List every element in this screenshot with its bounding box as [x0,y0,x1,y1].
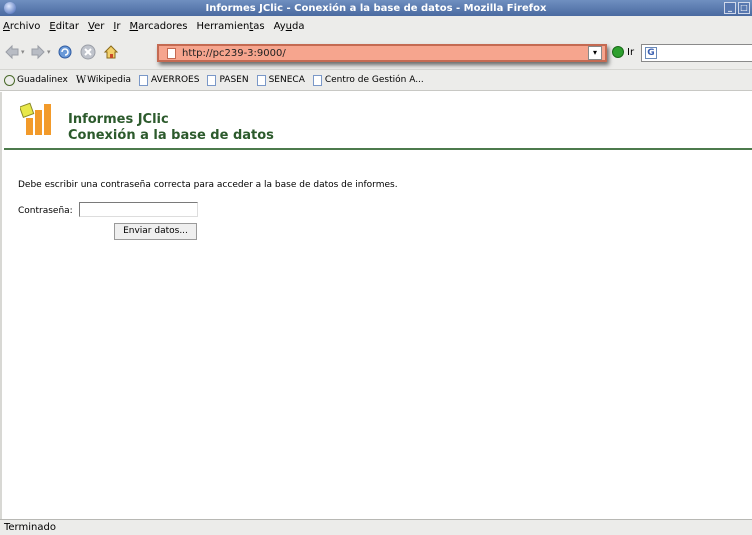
firefox-app-icon[interactable] [4,2,16,14]
page-header: Informes JClic Conexión a la base de dat… [68,112,274,144]
back-arrow-icon[interactable] [4,44,20,60]
menu-marcadores[interactable]: Marcadores [129,21,187,32]
jclic-logo-icon [20,102,51,135]
bookmarks-toolbar: Guadalinex W Wikipedia AVERROES PASEN SE… [0,70,752,91]
guadalinex-icon [4,74,15,86]
bookmark-wikipedia[interactable]: W Wikipedia [76,75,131,86]
go-label: Ir [627,46,635,58]
page-icon [256,74,266,86]
info-message: Debe escribir una contraseña correcta pa… [18,180,398,190]
bookmark-label: Centro de Gestión A... [324,75,424,85]
page-icon [167,47,176,59]
go-button[interactable]: Ir [612,46,634,58]
bookmark-label: Wikipedia [87,75,132,85]
menu-editar[interactable]: Editar [49,21,79,32]
bookmark-label: SENECA [268,75,305,85]
bookmark-label: PASEN [219,75,249,85]
bookmark-guadalinex[interactable]: Guadalinex [4,74,68,86]
forward-arrow-icon[interactable] [30,44,46,60]
search-box[interactable]: G [641,44,752,62]
go-arrow-icon [612,46,624,58]
back-dropdown-icon[interactable]: ▾ [21,48,25,56]
navigation-toolbar: ▾ ▾ http://pc239-3:9000/ ▾ Ir G [0,36,752,70]
menu-ir[interactable]: Ir [113,21,120,32]
stop-icon[interactable] [80,44,96,60]
wikipedia-icon: W [75,74,87,86]
url-dropdown-button[interactable]: ▾ [588,46,602,60]
window-controls: _ □ [724,2,750,14]
bookmark-averroes[interactable]: AVERROES [139,74,200,86]
bookmark-label: AVERROES [151,75,200,85]
page-icon [139,74,149,86]
submit-button[interactable]: Enviar datos... [114,223,197,240]
menu-bar: Archivo Editar Ver Ir Marcadores Herrami… [0,16,752,36]
password-input[interactable] [79,202,198,217]
status-bar: Terminado [0,519,752,535]
menu-ver[interactable]: Ver [88,21,104,32]
bookmark-label: Guadalinex [17,75,68,85]
status-text: Terminado [4,522,56,533]
bookmark-pasen[interactable]: PASEN [207,74,249,86]
header-divider [4,148,752,150]
password-label: Contraseña: [18,206,73,216]
google-search-icon[interactable]: G [645,47,657,59]
url-text[interactable]: http://pc239-3:9000/ [182,48,588,59]
menu-herramientas[interactable]: Herramientas [196,21,264,32]
window-title: Informes JClic - Conexión a la base de d… [205,2,547,14]
reload-icon[interactable] [57,44,73,60]
header-subtitle: Conexión a la base de datos [68,128,274,143]
menu-archivo[interactable]: Archivo [3,21,40,32]
bookmark-seneca[interactable]: SENECA [256,74,305,86]
window-titlebar: Informes JClic - Conexión a la base de d… [0,0,752,16]
header-title: Informes JClic [68,112,169,127]
bookmark-centro-gestion[interactable]: Centro de Gestión A... [312,74,424,86]
page-icon [312,74,322,86]
page-content: Informes JClic Conexión a la base de dat… [0,92,752,519]
menu-ayuda[interactable]: Ayuda [274,21,305,32]
maximize-button[interactable]: □ [738,2,750,14]
page-icon [207,74,217,86]
content-frame-edge [0,92,2,519]
url-bar[interactable]: http://pc239-3:9000/ ▾ [157,44,607,62]
forward-dropdown-icon[interactable]: ▾ [47,48,51,56]
minimize-button[interactable]: _ [724,2,736,14]
home-icon[interactable] [103,44,119,60]
